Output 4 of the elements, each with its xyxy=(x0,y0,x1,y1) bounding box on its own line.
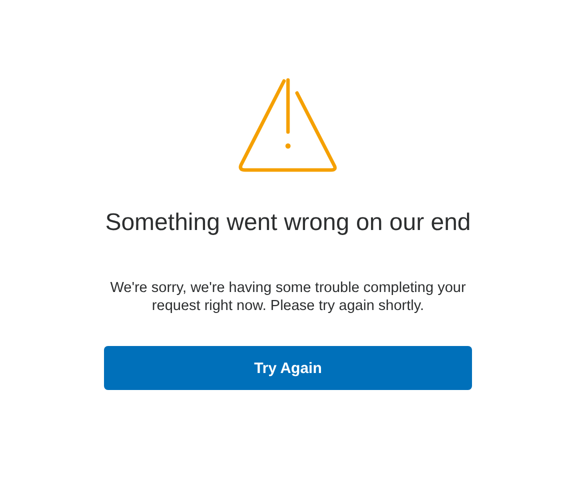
error-heading: Something went wrong on our end xyxy=(105,208,471,238)
warning-icon xyxy=(238,77,338,174)
error-message: We're sorry, we're having some trouble completing your request right now. Please try again shortly. xyxy=(109,279,467,315)
try-again-button[interactable]: Try Again xyxy=(104,346,472,390)
